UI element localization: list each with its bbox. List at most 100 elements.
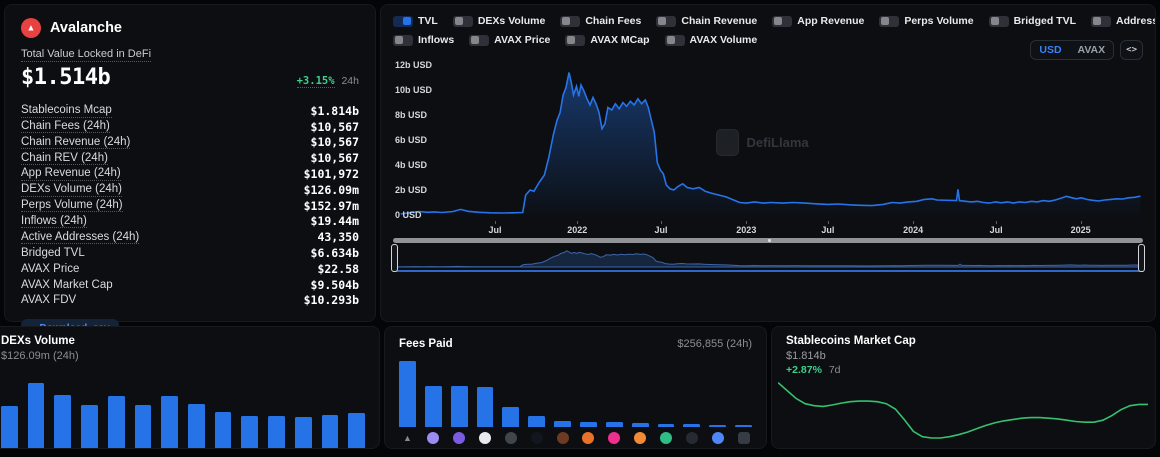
- dexs-volume-bars: [1, 372, 365, 448]
- toggle-switch-icon: [393, 16, 413, 27]
- protocol-glyph: ▲: [403, 434, 412, 443]
- toggle-switch-icon: [665, 35, 685, 46]
- currency-usd-button[interactable]: USD: [1031, 41, 1069, 59]
- metric-row: Chain Fees (24h)$10,567: [21, 119, 359, 135]
- protocol-icon[interactable]: [554, 432, 571, 444]
- series-toggle-inflows[interactable]: Inflows: [393, 34, 454, 46]
- toggle-label: Perps Volume: [904, 15, 973, 27]
- protocol-icon[interactable]: [502, 432, 519, 444]
- series-toggle-avax-volume[interactable]: AVAX Volume: [665, 34, 758, 46]
- bar: [81, 405, 98, 448]
- metric-row: Bridged TVL$6.634b: [21, 245, 359, 261]
- metric-label: App Revenue (24h): [21, 167, 121, 181]
- protocol-glyph: [479, 432, 491, 444]
- bar: [399, 361, 416, 427]
- metric-value: $10,567: [311, 151, 359, 165]
- chain-name: Avalanche: [50, 20, 122, 36]
- chain-summary-panel: ▲ Avalanche Total Value Locked in DeFi $…: [4, 4, 376, 322]
- bar: [348, 413, 365, 448]
- toggle-label: AVAX Volume: [690, 34, 758, 46]
- protocol-icon[interactable]: [709, 432, 726, 444]
- bar: [735, 425, 752, 427]
- tvl-chart-area[interactable]: DefiLlama 0 USD2b USD4b USD6b USD8b USD1…: [393, 57, 1143, 221]
- series-toggle-addresses[interactable]: Addresses: [1091, 15, 1156, 27]
- bar: [108, 396, 125, 448]
- x-axis: Jul2022Jul2023Jul2024Jul2025: [393, 221, 1143, 236]
- series-toggles-row-1: TVL DEXs Volume Chain Fees Chain Revenue App…: [393, 13, 1143, 29]
- watermark-text: DefiLlama: [747, 135, 809, 150]
- metric-value: $10.293b: [304, 293, 359, 307]
- fees-paid-title: Fees Paid: [399, 338, 453, 350]
- protocol-icon[interactable]: [451, 432, 468, 444]
- x-axis-label: 2023: [736, 225, 756, 235]
- brush-handle-left[interactable]: [391, 244, 398, 272]
- protocol-icon[interactable]: [658, 432, 675, 444]
- avalanche-icon[interactable]: ▲: [399, 432, 416, 444]
- series-toggle-perps-volume[interactable]: Perps Volume: [879, 15, 973, 27]
- toggle-label: App Revenue: [797, 15, 864, 27]
- toggle-switch-icon: [565, 35, 585, 46]
- protocol-glyph: [608, 432, 620, 444]
- protocol-icon[interactable]: [632, 432, 649, 444]
- protocol-icon[interactable]: [528, 432, 545, 444]
- main-chart-panel: TVL DEXs Volume Chain Fees Chain Revenue App…: [380, 4, 1156, 322]
- brush-handle-right[interactable]: [1138, 244, 1145, 272]
- protocol-icon[interactable]: [735, 432, 752, 444]
- series-toggle-bridged-tvl[interactable]: Bridged TVL: [989, 15, 1076, 27]
- embed-icon[interactable]: <>: [1120, 40, 1143, 60]
- x-axis-tick: [913, 221, 914, 224]
- metric-label: Bridged TVL: [21, 247, 85, 259]
- avalanche-logo-icon: ▲: [21, 18, 41, 38]
- metric-label: Stablecoins Mcap: [21, 104, 112, 118]
- metric-row: Stablecoins Mcap$1.814b: [21, 103, 359, 119]
- metric-value: $19.44m: [311, 214, 359, 228]
- protocol-glyph: [712, 432, 724, 444]
- protocol-icon[interactable]: [425, 432, 442, 444]
- series-toggle-avax-mcap[interactable]: AVAX MCap: [565, 34, 649, 46]
- protocol-glyph: [453, 432, 465, 444]
- y-axis-label: 6b USD: [395, 135, 427, 145]
- y-axis-label: 10b USD: [395, 85, 432, 95]
- protocol-icon[interactable]: [477, 432, 494, 444]
- bar: [1, 406, 18, 448]
- defillama-chain-dashboard: ▲ Avalanche Total Value Locked in DeFi $…: [0, 0, 1160, 457]
- chart-brush[interactable]: [393, 246, 1143, 272]
- currency-avax-button[interactable]: AVAX: [1070, 41, 1114, 59]
- fees-paid-value: $256,855 (24h): [677, 338, 752, 350]
- series-toggle-chain-revenue[interactable]: Chain Revenue: [656, 15, 757, 27]
- toggle-switch-icon: [393, 35, 413, 46]
- x-axis-label: Jul: [655, 225, 668, 235]
- series-toggle-app-revenue[interactable]: App Revenue: [772, 15, 864, 27]
- series-toggle-avax-price[interactable]: AVAX Price: [469, 34, 550, 46]
- tvl-change: +3.15% 24h: [297, 75, 359, 87]
- metrics-list: Stablecoins Mcap$1.814bChain Fees (24h)$…: [21, 103, 359, 308]
- series-toggle-chain-fees[interactable]: Chain Fees: [560, 15, 641, 27]
- series-toggle-dexs-volume[interactable]: DEXs Volume: [453, 15, 546, 27]
- fees-paid-card: Fees Paid $256,855 (24h) ▲: [384, 326, 767, 449]
- series-toggle-tvl[interactable]: TVL: [393, 15, 438, 27]
- metric-value: $152.97m: [304, 199, 359, 213]
- chart-controls: USD AVAX <>: [1030, 40, 1143, 60]
- protocol-glyph: [557, 432, 569, 444]
- metric-row: Chain REV (24h)$10,567: [21, 150, 359, 166]
- protocol-glyph: [427, 432, 439, 444]
- metric-value: $126.09m: [304, 183, 359, 197]
- protocol-icon[interactable]: [606, 432, 623, 444]
- metric-label: AVAX FDV: [21, 294, 76, 306]
- fees-paid-bars: [399, 361, 752, 427]
- metric-value: $22.58: [317, 262, 359, 276]
- x-axis-label: 2022: [567, 225, 587, 235]
- protocol-icon[interactable]: [683, 432, 700, 444]
- chart-scrollbar[interactable]: [393, 238, 1143, 243]
- protocol-icon[interactable]: [580, 432, 597, 444]
- y-axis-label: 8b USD: [395, 110, 427, 120]
- protocol-icons-row: ▲: [399, 432, 752, 444]
- metric-value: 43,350: [317, 230, 359, 244]
- metric-row: AVAX Market Cap$9.504b: [21, 277, 359, 293]
- x-axis-tick: [495, 221, 496, 224]
- x-axis-label: 2025: [1071, 225, 1091, 235]
- toggle-label: Bridged TVL: [1014, 15, 1076, 27]
- stablecoins-title: Stablecoins Market Cap: [786, 335, 1141, 347]
- x-axis-label: 2024: [903, 225, 923, 235]
- stablecoins-value: $1.814b: [786, 350, 1141, 362]
